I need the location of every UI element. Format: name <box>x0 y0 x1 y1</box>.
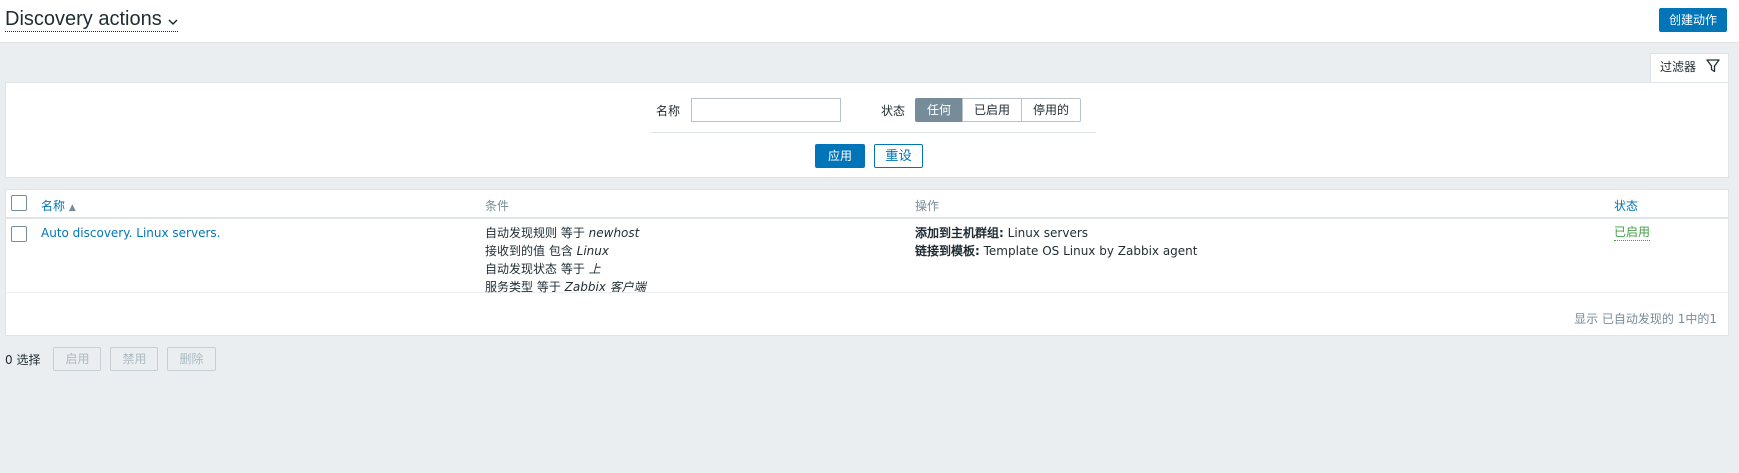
status-toggle-link[interactable]: 已启用 <box>1614 224 1651 241</box>
filter-icon <box>1706 59 1720 76</box>
condition-value: 上 <box>588 262 601 276</box>
table-footer-count: 显示 已自动发现的 1中的1 <box>1574 312 1717 326</box>
filter-divider <box>651 132 1096 133</box>
operation-label: 链接到模板: <box>915 244 980 258</box>
column-header-conditions: 条件 <box>485 199 510 213</box>
apply-button[interactable]: 应用 <box>815 144 865 168</box>
condition-label: 自动发现状态 等于 <box>485 262 589 276</box>
status-option-disabled[interactable]: 停用的 <box>1021 98 1082 122</box>
operations-cell: 添加到主机群组: Linux servers 链接到模板: Template O… <box>915 224 1197 260</box>
sort-ascending-icon: ▲ <box>68 203 76 213</box>
table-row: Auto discovery. Linux servers. 自动发现规则 等于… <box>6 221 1728 296</box>
status-filter-segmented: 任何 已启用 停用的 <box>915 98 1082 122</box>
create-action-button[interactable]: 创建动作 <box>1658 8 1727 32</box>
page-header: Discovery actions 创建动作 <box>0 0 1739 43</box>
name-filter-label: 名称 <box>656 104 681 118</box>
filter-panel: 名称 状态 任何 已启用 停用的 应用 重设 <box>5 82 1729 178</box>
operation-value: Linux servers <box>1003 226 1089 240</box>
status-option-any[interactable]: 任何 <box>915 98 964 122</box>
mass-disable-button[interactable]: 禁用 <box>110 347 159 371</box>
page-title-text: Discovery actions <box>5 8 162 30</box>
condition-value: Linux <box>576 244 609 258</box>
operation-label: 添加到主机群组: <box>915 226 1004 240</box>
status-option-enabled[interactable]: 已启用 <box>962 98 1023 122</box>
actions-table: 名称 ▲ 条件 操作 状态 Auto discovery. Linux serv… <box>5 189 1729 336</box>
condition-label: 服务类型 等于 <box>485 280 565 294</box>
condition-item: 服务类型 等于 Zabbix 客户端 <box>485 278 646 296</box>
condition-item: 接收到的值 包含 Linux <box>485 242 646 260</box>
conditions-cell: 自动发现规则 等于 newhost 接收到的值 包含 Linux 自动发现状态 … <box>485 224 646 296</box>
condition-value: newhost <box>588 226 640 240</box>
condition-value: Zabbix 客户端 <box>564 280 646 294</box>
selected-count: 0 选择 <box>5 352 41 367</box>
mass-delete-button[interactable]: 删除 <box>167 347 216 371</box>
mass-enable-button[interactable]: 启用 <box>53 347 102 371</box>
filter-tab-label: 过滤器 <box>1660 60 1697 74</box>
page-title-dropdown[interactable]: Discovery actions <box>5 8 178 32</box>
select-all-checkbox[interactable] <box>11 195 27 211</box>
filter-tab[interactable]: 过滤器 <box>1650 53 1729 83</box>
operation-value: Template OS Linux by Zabbix agent <box>979 244 1198 258</box>
column-header-name-label: 名称 <box>41 199 66 213</box>
condition-item: 自动发现状态 等于 上 <box>485 260 646 278</box>
condition-label: 接收到的值 包含 <box>485 244 577 258</box>
column-header-operations: 操作 <box>915 199 940 213</box>
mass-action-bar: 0 选择 启用 禁用 删除 <box>5 347 225 371</box>
action-name-link[interactable]: Auto discovery. Linux servers. <box>41 224 220 242</box>
column-header-name[interactable]: 名称 ▲ <box>41 197 76 214</box>
column-header-status[interactable]: 状态 <box>1614 197 1638 214</box>
row-checkbox[interactable] <box>11 226 27 242</box>
name-filter-input[interactable] <box>691 98 841 122</box>
reset-button[interactable]: 重设 <box>874 144 923 168</box>
condition-label: 自动发现规则 等于 <box>485 226 589 240</box>
operation-item: 添加到主机群组: Linux servers <box>915 224 1197 242</box>
chevron-down-icon <box>168 9 178 31</box>
status-filter-label: 状态 <box>881 104 906 118</box>
table-header-row: 名称 ▲ 条件 操作 状态 <box>6 190 1728 219</box>
condition-item: 自动发现规则 等于 newhost <box>485 224 646 242</box>
operation-item: 链接到模板: Template OS Linux by Zabbix agent <box>915 242 1197 260</box>
